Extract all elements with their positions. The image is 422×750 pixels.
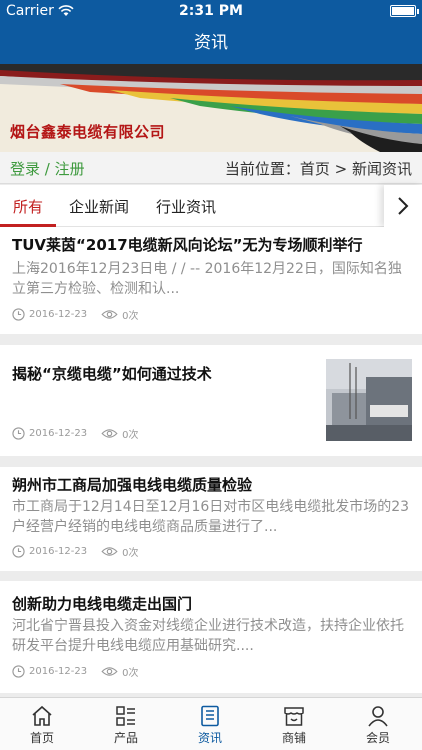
tab-all[interactable]: 所有 (13, 196, 43, 217)
news-summary: 市工商局于12月14日至12月16日对市区电线电缆批发市场的23户经营户经销的电… (12, 499, 410, 535)
clock-icon (12, 545, 25, 558)
tab-industry-news[interactable]: 行业资讯 (156, 196, 216, 217)
bottom-tab-bar: 首页 产品 资讯 商铺 会员 (0, 697, 422, 750)
eye-icon (101, 667, 118, 676)
clock-icon (12, 427, 25, 440)
breadcrumb: 当前位置：首页 > 新闻资讯 (225, 158, 412, 179)
breadcrumb-prefix: 当前位置： (224, 160, 300, 178)
news-item[interactable]: 揭秘“京缆电缆”如何通过技术 2016-12-23 0次 (0, 345, 422, 456)
store-icon (284, 707, 304, 726)
battery-icon (390, 5, 419, 17)
category-tabs: 所有 企业新闻 行业资讯 (0, 185, 422, 227)
tabbar-member-label: 会员 (365, 731, 390, 745)
news-date: 2016-12-23 (29, 546, 88, 557)
news-date: 2016-12-23 (29, 666, 88, 677)
tab-company-news[interactable]: 企业新闻 (69, 196, 129, 217)
news-item[interactable]: TUV莱茵“2017电缆新风向论坛”无为专场顺利举行 上海2016年12月23日… (0, 227, 422, 334)
page-title: 资讯 (194, 33, 228, 53)
auth-separator: / (40, 160, 55, 178)
eye-icon (101, 429, 118, 438)
tabbar-news-label: 资讯 (197, 731, 222, 745)
news-meta: 2016-12-23 0次 (12, 544, 139, 559)
news-title: 朔州市工商局加强电线电缆质量检验 (12, 476, 253, 494)
tabbar-member[interactable]: 会员 (336, 698, 420, 750)
news-summary: 河北省宁晋县投入资金对线缆企业进行技术改造，扶持企业依托研发平台提升电线电缆应用… (12, 618, 404, 654)
news-views: 0次 (122, 311, 139, 322)
clock-icon (12, 665, 25, 678)
chevron-right-icon (398, 197, 409, 215)
news-views: 0次 (122, 668, 139, 679)
breadcrumb-arrow: > (329, 160, 352, 178)
auth-links: 登录 / 注册 (10, 158, 85, 179)
news-thumbnail (326, 359, 412, 441)
nav-bar: 资讯 (0, 22, 422, 64)
register-link[interactable]: 注册 (55, 160, 85, 178)
news-meta: 2016-12-23 0次 (12, 664, 139, 679)
member-icon (368, 706, 388, 727)
product-grid-icon (116, 706, 135, 726)
tabbar-products[interactable]: 产品 (84, 698, 168, 750)
tabbar-products-label: 产品 (113, 731, 138, 745)
home-icon (32, 705, 52, 726)
breadcrumb-current: 新闻资讯 (351, 160, 412, 178)
tabbar-store[interactable]: 商铺 (252, 698, 336, 750)
eye-icon (101, 547, 118, 556)
company-name: 烟台鑫泰电缆有限公司 (10, 123, 166, 141)
news-title: 创新助力电线电缆走出国门 (12, 595, 193, 613)
news-icon (201, 705, 219, 727)
tabbar-home-label: 首页 (29, 731, 54, 745)
news-title: TUV莱茵“2017电缆新风向论坛”无为专场顺利举行 (12, 236, 363, 254)
news-summary: 上海2016年12月23日电 / / -- 2016年12月22日，国际知名独立… (12, 261, 402, 297)
news-meta: 2016-12-23 0次 (12, 307, 139, 322)
news-item[interactable]: 创新助力电线电缆走出国门 河北省宁晋县投入资金对线缆企业进行技术改造，扶持企业依… (0, 581, 422, 693)
clock-icon (12, 308, 25, 321)
clock: 2:31 PM (179, 3, 243, 19)
news-views: 0次 (122, 430, 139, 441)
tabbar-store-label: 商铺 (281, 731, 306, 745)
news-meta: 2016-12-23 0次 (12, 426, 139, 441)
news-date: 2016-12-23 (29, 309, 88, 320)
breadcrumb-home[interactable]: 首页 (300, 160, 330, 178)
login-link[interactable]: 登录 (10, 160, 40, 178)
tabbar-home[interactable]: 首页 (0, 698, 84, 750)
news-item[interactable]: 朔州市工商局加强电线电缆质量检验 市工商局于12月14日至12月16日对市区电线… (0, 467, 422, 571)
tabbar-news[interactable]: 资讯 (168, 698, 252, 750)
status-bar: Carrier 2:31 PM (0, 0, 422, 22)
news-views: 0次 (122, 548, 139, 559)
eye-icon (101, 310, 118, 319)
news-title: 揭秘“京缆电缆”如何通过技术 (12, 365, 212, 383)
tabs-scroll-right-button[interactable] (384, 185, 422, 227)
news-date: 2016-12-23 (29, 428, 88, 439)
company-banner: 烟台鑫泰电缆有限公司 (0, 64, 422, 152)
building-photo (326, 359, 412, 441)
account-bar: 登录 / 注册 当前位置：首页 > 新闻资讯 (0, 152, 422, 184)
